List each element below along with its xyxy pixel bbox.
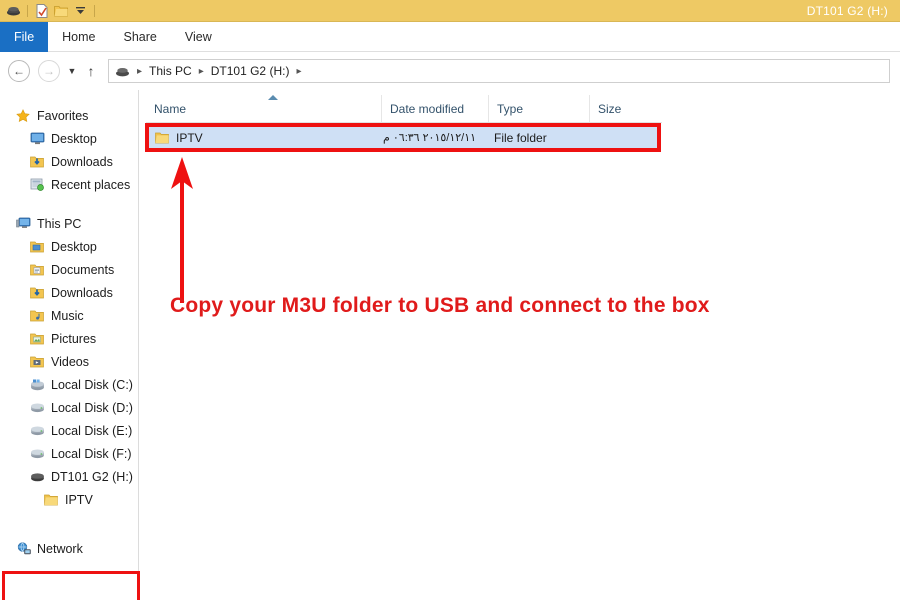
sidebar-label-videos: Videos [51, 354, 89, 369]
sidebar-item-local-disk-f[interactable]: Local Disk (F:) [0, 442, 138, 465]
drive-icon [28, 423, 46, 439]
column-header-row: Name Date modified Type Size [146, 95, 662, 123]
breadcrumb-drive-icon [115, 66, 130, 77]
tab-file[interactable]: File [0, 22, 49, 52]
toolbar-separator-2 [94, 4, 95, 17]
music-icon [28, 308, 46, 324]
sidebar-item-videos[interactable]: Videos [0, 350, 138, 373]
tab-home[interactable]: Home [48, 22, 109, 52]
sidebar-label-favorites: Favorites [37, 108, 89, 123]
star-icon [14, 108, 32, 124]
sidebar-label-this-pc: This PC [37, 216, 82, 231]
sidebar-item-documents[interactable]: Documents [0, 258, 138, 281]
tab-share[interactable]: Share [110, 22, 171, 52]
sidebar-label-local-disk-c: Local Disk (C:) [51, 377, 133, 392]
sidebar-item-favorites-downloads[interactable]: Downloads [0, 150, 138, 173]
sidebar-item-local-disk-c[interactable]: Local Disk (C:) [0, 373, 138, 396]
window-title: DT101 G2 (H:) [806, 4, 888, 18]
breadcrumb[interactable]: ▸ This PC ▸ DT101 G2 (H:) ▸ [108, 59, 890, 83]
ribbon-tab-bar: File Home Share View [0, 22, 900, 52]
column-header-type[interactable]: Type [488, 95, 589, 122]
properties-icon[interactable] [34, 3, 50, 19]
breadcrumb-separator-2[interactable]: ▸ [293, 66, 304, 77]
column-header-size[interactable]: Size [589, 95, 661, 122]
breadcrumb-item-dt101[interactable]: DT101 G2 (H:) [209, 64, 292, 78]
desktop-icon [28, 131, 46, 147]
sidebar-label-iptv: IPTV [65, 492, 93, 507]
column-header-name[interactable]: Name [146, 95, 381, 122]
column-header-type-label: Type [497, 101, 524, 116]
this-pc-icon [14, 216, 32, 232]
sidebar-item-this-pc[interactable]: This PC [0, 212, 138, 235]
sidebar-item-favorites[interactable]: Favorites [0, 104, 138, 127]
sidebar-label-favorites-desktop: Desktop [51, 131, 97, 146]
sidebar-label-music: Music [51, 308, 84, 323]
back-button[interactable]: ← [8, 60, 30, 82]
sidebar-group-gap-1 [0, 196, 138, 212]
sidebar-label-local-disk-d: Local Disk (D:) [51, 400, 133, 415]
breadcrumb-separator-1[interactable]: ▸ [196, 66, 207, 77]
sidebar-label-pc-desktop: Desktop [51, 239, 97, 254]
file-list-pane: Name Date modified Type Size IPTV ٢٠١٥/١… [140, 90, 900, 600]
usb-drive-icon [28, 469, 46, 485]
sidebar-label-local-disk-f: Local Disk (F:) [51, 446, 132, 461]
sidebar-item-music[interactable]: Music [0, 304, 138, 327]
sidebar-highlight-box [2, 571, 140, 600]
sidebar-item-favorites-desktop[interactable]: Desktop [0, 127, 138, 150]
tab-view[interactable]: View [171, 22, 226, 52]
sidebar-label-pc-downloads: Downloads [51, 285, 113, 300]
title-bar: DT101 G2 (H:) [0, 0, 900, 22]
forward-button[interactable]: → [38, 60, 60, 82]
folder-icon [42, 492, 60, 508]
annotation-text: Copy your M3U folder to USB and connect … [170, 294, 710, 317]
breadcrumb-item-this-pc[interactable]: This PC [147, 64, 194, 78]
sidebar-label-pictures: Pictures [51, 331, 97, 346]
desktop-folder-icon [28, 239, 46, 255]
customize-dropdown-icon[interactable] [72, 3, 88, 19]
column-header-date-modified[interactable]: Date modified [381, 95, 488, 122]
system-drive-icon [28, 377, 46, 393]
network-icon [14, 541, 32, 557]
videos-icon [28, 354, 46, 370]
downloads-icon [28, 285, 46, 301]
recent-locations-dropdown-icon[interactable]: ▼ [64, 60, 80, 82]
pictures-icon [28, 331, 46, 347]
sidebar-item-local-disk-d[interactable]: Local Disk (D:) [0, 396, 138, 419]
sidebar-label-network: Network [37, 541, 83, 556]
sidebar-item-recent-places[interactable]: Recent places [0, 173, 138, 196]
sidebar-item-pictures[interactable]: Pictures [0, 327, 138, 350]
breadcrumb-separator-0: ▸ [137, 65, 143, 77]
new-folder-icon[interactable] [53, 3, 69, 19]
drive-icon [28, 446, 46, 462]
sidebar-group-gap-2 [0, 511, 138, 537]
sidebar-label-recent-places: Recent places [51, 177, 131, 192]
sidebar-item-local-disk-e[interactable]: Local Disk (E:) [0, 419, 138, 442]
sidebar-label-local-disk-e: Local Disk (E:) [51, 423, 133, 438]
column-header-size-label: Size [598, 101, 622, 116]
documents-icon [28, 262, 46, 278]
sidebar-item-dt101-g2[interactable]: DT101 G2 (H:) [0, 465, 138, 488]
address-bar: ← → ▼ ↑ ▸ This PC ▸ DT101 G2 (H:) ▸ [0, 52, 900, 90]
sort-ascending-icon [268, 95, 278, 100]
quick-access-toolbar [0, 3, 98, 19]
drive-icon[interactable] [5, 3, 21, 19]
drive-icon [28, 400, 46, 416]
column-header-date-modified-label: Date modified [390, 101, 465, 116]
sidebar-label-documents: Documents [51, 262, 115, 277]
column-header-name-label: Name [154, 101, 187, 116]
file-row-highlight-box [145, 123, 661, 152]
up-button[interactable]: ↑ [82, 60, 100, 82]
downloads-icon [28, 154, 46, 170]
sidebar-label-dt101-g2: DT101 G2 (H:) [51, 469, 133, 484]
sidebar-label-favorites-downloads: Downloads [51, 154, 113, 169]
toolbar-separator [27, 4, 28, 17]
sidebar-item-iptv[interactable]: IPTV [0, 488, 138, 511]
sidebar-item-network[interactable]: Network [0, 537, 138, 560]
sidebar-item-pc-downloads[interactable]: Downloads [0, 281, 138, 304]
sidebar-item-pc-desktop[interactable]: Desktop [0, 235, 138, 258]
file-explorer-window: DT101 G2 (H:) File Home Share View ← → ▼… [0, 0, 900, 600]
recent-places-icon [28, 177, 46, 193]
navigation-pane: Favorites Desktop Downloads Recent place… [0, 90, 140, 600]
red-up-arrow [171, 157, 193, 303]
